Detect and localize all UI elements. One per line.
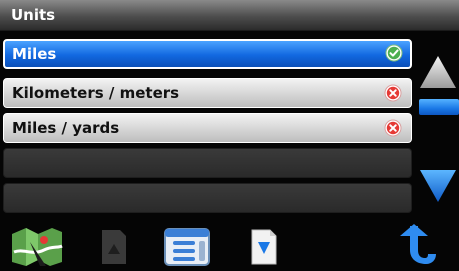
x-circle-icon [384,119,402,137]
menu-list-icon[interactable] [163,225,211,269]
scrollbar-thumb[interactable] [419,99,459,115]
empty-list-row [3,148,412,178]
arrow-down-icon[interactable] [418,168,458,204]
unit-option-kilometers-meters[interactable]: Kilometers / meters [3,78,412,108]
unit-option-miles-yards[interactable]: Miles / yards [3,113,412,143]
unit-option-miles[interactable]: Miles [3,39,412,69]
map-icon[interactable] [10,222,64,268]
empty-list-row [3,183,412,213]
back-icon[interactable] [398,224,440,268]
x-circle-icon [384,84,402,102]
unit-option-label: Miles / yards [12,119,120,137]
unit-option-label: Miles [12,45,57,63]
page-up-icon[interactable] [100,228,128,266]
title-bar: Units [0,0,459,31]
page-down-icon[interactable] [250,228,278,266]
arrow-up-icon[interactable] [418,54,458,90]
check-circle-icon [385,44,403,62]
page-title: Units [11,6,56,24]
unit-option-label: Kilometers / meters [12,84,180,102]
